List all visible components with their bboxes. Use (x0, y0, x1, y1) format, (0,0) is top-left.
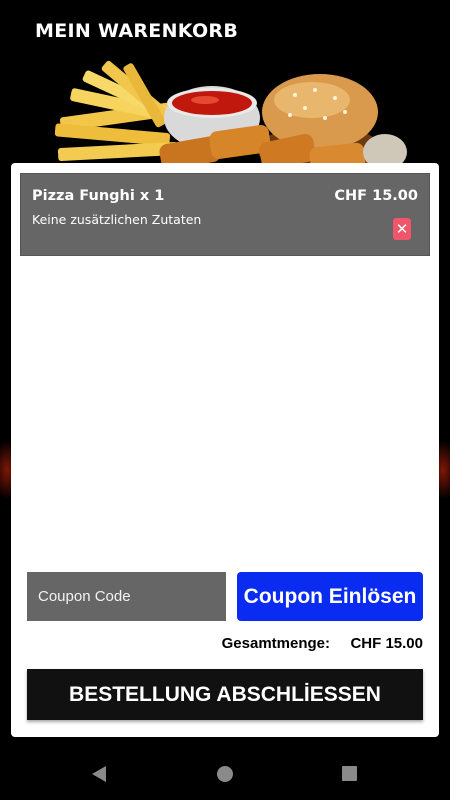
remove-item-button[interactable]: ✕ (393, 218, 411, 240)
checkout-button[interactable]: BESTELLUNG ABSCHLİESSEN (27, 669, 423, 720)
close-icon: ✕ (395, 220, 409, 238)
cart-item-price: CHF 15.00 (334, 188, 418, 204)
redeem-coupon-button[interactable]: Coupon Einlösen (237, 572, 423, 621)
cart-item-name: Pizza Funghi x 1 (32, 188, 165, 204)
page-title: MEIN WARENKORB (35, 20, 239, 42)
recents-icon[interactable] (341, 765, 358, 782)
home-icon[interactable] (216, 765, 234, 783)
fries-illustration (54, 60, 179, 161)
total-label: Gesamtmenge: (221, 635, 330, 652)
total-value: CHF 15.00 (350, 635, 423, 652)
cart-panel: Pizza Funghi x 1 CHF 15.00 Keine zusätzl… (11, 163, 439, 737)
coupon-code-input[interactable] (27, 572, 226, 621)
system-nav-bar (0, 750, 450, 800)
cart-item-extras: Keine zusätzlichen Zutaten (32, 212, 202, 227)
back-icon[interactable] (90, 765, 108, 783)
app-header: MEIN WARENKORB (0, 0, 450, 165)
cart-item: Pizza Funghi x 1 CHF 15.00 Keine zusätzl… (20, 173, 430, 256)
